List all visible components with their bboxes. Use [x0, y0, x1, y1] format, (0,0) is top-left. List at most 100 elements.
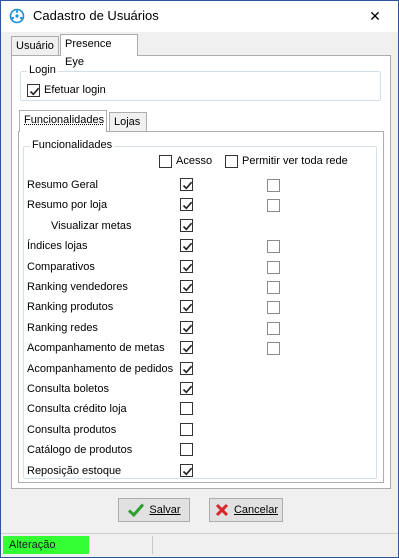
checkmark-icon: [182, 283, 193, 292]
efetuar-login-checkbox[interactable]: [27, 84, 40, 97]
funcionalidades-page: Funcionalidades Acesso Permitir ver toda…: [18, 131, 384, 483]
window-title: Cadastro de Usuários: [33, 8, 159, 23]
checkmark-icon: [182, 222, 193, 231]
funcionalidades-group: Funcionalidades Acesso Permitir ver toda…: [23, 139, 377, 480]
function-row: Reposição estoque: [24, 464, 374, 480]
close-icon: ✕: [369, 8, 381, 24]
function-row: Resumo Geral: [24, 178, 374, 194]
function-row: Consulta crédito loja: [24, 402, 374, 418]
acesso-checkbox[interactable]: [180, 341, 193, 354]
function-label: Acompanhamento de pedidos: [27, 363, 174, 375]
app-logo-icon: [9, 8, 25, 24]
acesso-checkbox[interactable]: [180, 239, 193, 252]
function-label: Visualizar metas: [51, 220, 132, 232]
green-check-icon: [128, 503, 145, 518]
efetuar-login-label: Efetuar login: [44, 84, 106, 96]
cancel-button-label: Cancelar: [233, 504, 279, 516]
tab-usuario-label: Usuário: [16, 40, 54, 52]
cadastro-window: Cadastro de Usuários ✕ Usuário Presence …: [0, 0, 399, 558]
function-row: Acompanhamento de metas: [24, 341, 374, 357]
permitir-rede-checkbox[interactable]: [267, 281, 280, 294]
funcionalidades-group-title: Funcionalidades: [30, 139, 115, 151]
title-bar: Cadastro de Usuários ✕: [1, 1, 398, 32]
acesso-column-header: Acesso: [176, 155, 213, 167]
save-button[interactable]: Salvar: [118, 498, 190, 522]
tab-funcionalidades[interactable]: Funcionalidades: [19, 110, 107, 132]
close-button[interactable]: ✕: [352, 1, 398, 32]
function-label: Consulta crédito loja: [27, 403, 127, 415]
checkmark-icon: [182, 263, 193, 272]
login-group: Login Efetuar login: [20, 64, 381, 101]
acesso-checkbox[interactable]: [180, 178, 193, 191]
checkmark-icon: [182, 467, 193, 476]
function-label: Índices lojas: [27, 240, 88, 252]
tab-funcionalidades-label: Funcionalidades: [24, 114, 105, 126]
status-bar: Alteração: [1, 533, 398, 557]
permitir-rede-checkbox[interactable]: [267, 240, 280, 253]
acesso-select-all-checkbox[interactable]: [159, 155, 172, 168]
rede-column-header: Permitir ver toda rede: [242, 155, 348, 167]
function-label: Acompanhamento de metas: [27, 342, 165, 354]
function-row: Consulta produtos: [24, 423, 374, 439]
checkmark-icon: [182, 324, 193, 333]
function-row: Visualizar metas: [24, 219, 374, 235]
permitir-rede-checkbox[interactable]: [267, 199, 280, 212]
rede-select-all-checkbox[interactable]: [225, 155, 238, 168]
permitir-rede-checkbox[interactable]: [267, 342, 280, 355]
save-button-label: Salvar: [149, 504, 181, 516]
acesso-checkbox[interactable]: [180, 362, 193, 375]
function-row: Ranking produtos: [24, 300, 374, 316]
function-label: Consulta produtos: [27, 424, 117, 436]
function-row: Ranking vendedores: [24, 280, 374, 296]
function-label: Consulta boletos: [27, 383, 109, 395]
function-label: Reposição estoque: [27, 465, 122, 477]
acesso-checkbox[interactable]: [180, 382, 193, 395]
checkmark-icon: [182, 201, 193, 210]
function-row: Consulta boletos: [24, 382, 374, 398]
checkmark-icon: [182, 242, 193, 251]
checkmark-icon: [182, 344, 193, 353]
presence-eye-page: Login Efetuar login Funcionalidades Loja…: [11, 55, 391, 489]
acesso-checkbox[interactable]: [180, 198, 193, 211]
acesso-checkbox[interactable]: [180, 260, 193, 273]
login-group-title: Login: [27, 64, 58, 76]
function-row: Índices lojas: [24, 239, 374, 255]
function-label: Resumo por loja: [27, 199, 108, 211]
tab-presence-eye[interactable]: Presence Eye: [60, 34, 138, 68]
permitir-rede-checkbox[interactable]: [267, 179, 280, 192]
acesso-checkbox[interactable]: [180, 321, 193, 334]
function-row: Comparativos: [24, 260, 374, 276]
acesso-checkbox[interactable]: [180, 219, 193, 232]
status-divider: [152, 536, 153, 554]
function-row: Ranking redes: [24, 321, 374, 337]
permitir-rede-checkbox[interactable]: [267, 301, 280, 314]
checkmark-icon: [182, 365, 193, 374]
acesso-checkbox[interactable]: [180, 402, 193, 415]
tab-usuario[interactable]: Usuário: [11, 36, 59, 56]
acesso-checkbox[interactable]: [180, 423, 193, 436]
function-label: Ranking vendedores: [27, 281, 128, 293]
function-row: Catálogo de produtos: [24, 443, 374, 459]
function-label: Comparativos: [27, 261, 95, 273]
permitir-rede-checkbox[interactable]: [267, 261, 280, 274]
checkmark-icon: [182, 303, 193, 312]
tab-lojas-label: Lojas: [114, 116, 141, 128]
checkmark-icon: [182, 181, 193, 190]
acesso-checkbox[interactable]: [180, 464, 193, 477]
acesso-checkbox[interactable]: [180, 280, 193, 293]
acesso-checkbox[interactable]: [180, 300, 193, 313]
function-label: Resumo Geral: [27, 179, 98, 191]
red-x-icon: [215, 503, 229, 517]
cancel-button[interactable]: Cancelar: [209, 498, 283, 522]
function-label: Ranking redes: [27, 322, 98, 334]
status-badge: Alteração: [3, 536, 89, 554]
permitir-rede-checkbox[interactable]: [267, 322, 280, 335]
checkmark-icon: [182, 385, 193, 394]
function-row: Resumo por loja: [24, 198, 374, 214]
function-row: Acompanhamento de pedidos: [24, 362, 374, 378]
checkmark-icon: [29, 87, 40, 96]
function-label: Ranking produtos: [27, 301, 114, 313]
tab-lojas[interactable]: Lojas: [109, 112, 147, 132]
acesso-checkbox[interactable]: [180, 443, 193, 456]
function-label: Catálogo de produtos: [27, 444, 133, 456]
